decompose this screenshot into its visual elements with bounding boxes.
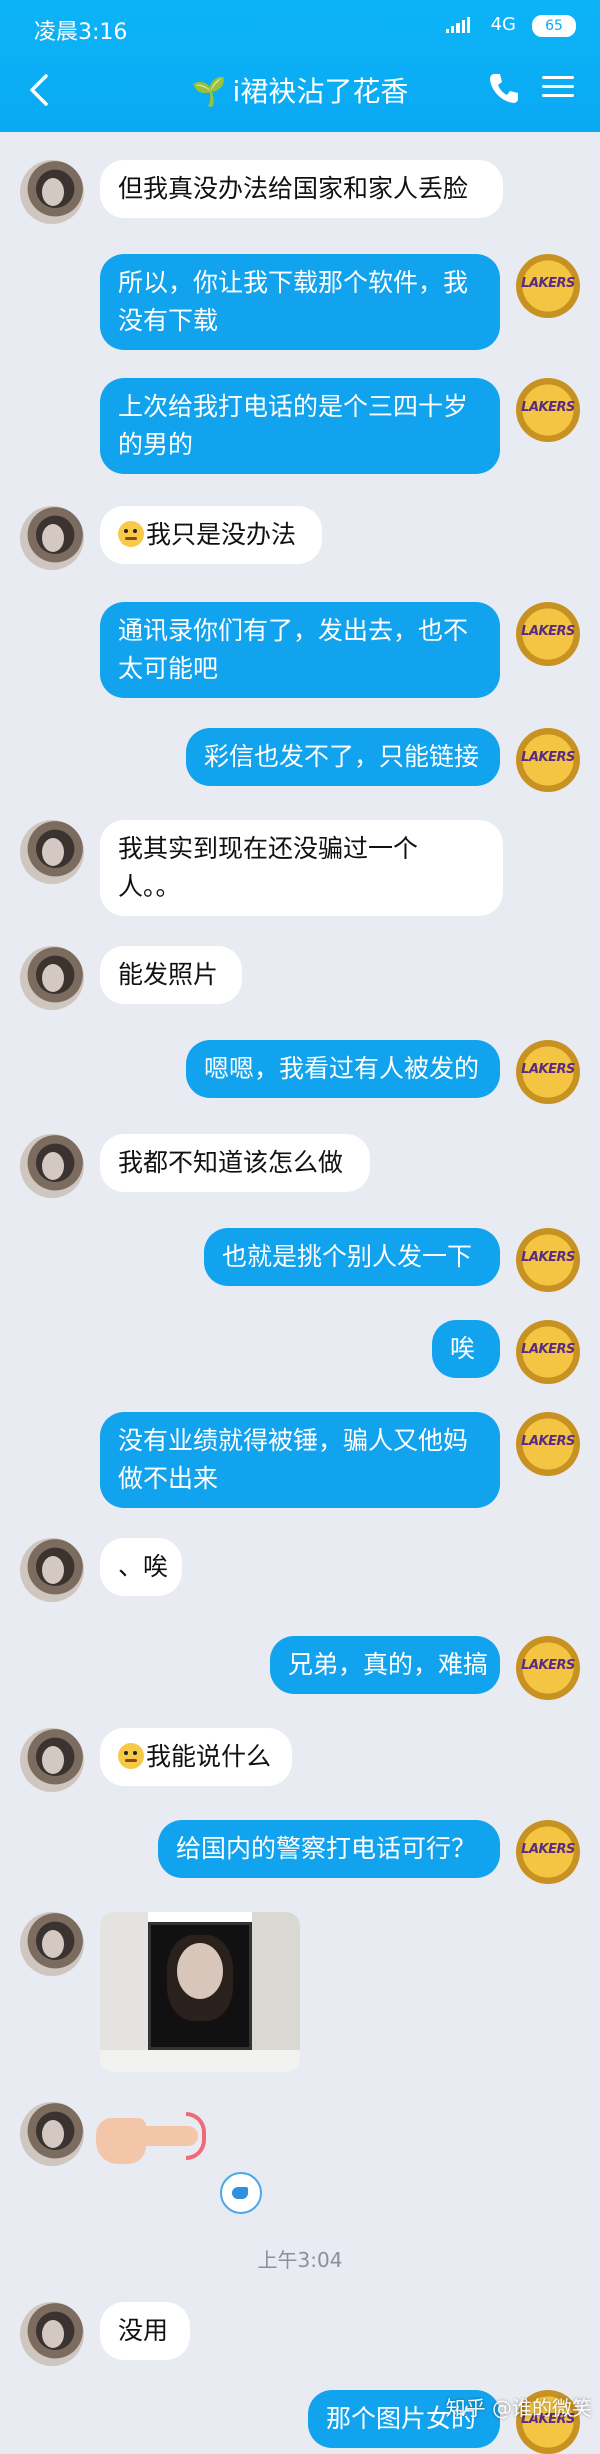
message-line: 我其实到现在还没骗过一个 [118, 834, 419, 863]
chat-area: 但我真没办法给国家和家人丢脸 LAKERS 所以，你让我下载那个软件，我 没有下载… [0, 132, 600, 2454]
message-bubble[interactable]: 上次给我打电话的是个三四十岁 的男的 [100, 378, 500, 474]
message-bubble[interactable]: 我能说什么 [100, 1728, 292, 1786]
image-panel [252, 1912, 300, 2072]
avatar[interactable] [20, 1912, 84, 1976]
message-line: 人。。 [118, 872, 181, 901]
signal-icon [446, 17, 471, 33]
message-text: 我能说什么 [146, 1742, 272, 1771]
lakers-logo: LAKERS [521, 276, 575, 291]
message-line: 太可能吧 [118, 654, 219, 683]
lakers-logo: LAKERS [521, 1842, 575, 1857]
thinking-emoji-icon [118, 521, 144, 547]
pointing-finger-sticker[interactable] [96, 2104, 206, 2174]
message-bubble[interactable]: 所以，你让我下载那个软件，我 没有下载 [100, 254, 500, 350]
message-bubble[interactable]: 我其实到现在还没骗过一个 人。。 [100, 820, 503, 916]
avatar[interactable] [20, 2302, 84, 2366]
avatar[interactable] [20, 1134, 84, 1198]
avatar[interactable]: LAKERS [516, 378, 580, 442]
message-line: 通讯录你们有了，发出去，也不 [118, 616, 469, 645]
avatar[interactable]: LAKERS [516, 1228, 580, 1292]
message-bubble[interactable]: 通讯录你们有了，发出去，也不 太可能吧 [100, 602, 500, 698]
status-time: 凌晨3:16 [34, 20, 128, 45]
menu-icon[interactable] [538, 70, 578, 106]
lakers-logo: LAKERS [521, 1342, 575, 1357]
sprout-icon: 🌱 [191, 75, 227, 108]
battery-icon: 65 [532, 15, 576, 37]
lakers-logo: LAKERS [521, 1062, 575, 1077]
avatar[interactable] [20, 160, 84, 224]
lakers-logo: LAKERS [521, 750, 575, 765]
message-bubble[interactable]: 唉 [432, 1320, 500, 1378]
message-bubble[interactable]: 嗯嗯，我看过有人被发的 [186, 1040, 500, 1098]
message-bubble[interactable]: 彩信也发不了，只能链接 [186, 728, 500, 786]
nav-bar: 🌱 i裙袂沾了花香 [0, 60, 600, 120]
message-bubble[interactable]: 、唉 [100, 1538, 182, 1596]
motion-arc [186, 2112, 206, 2160]
phone-icon[interactable] [484, 68, 524, 108]
avatar[interactable] [20, 1538, 84, 1602]
lakers-logo: LAKERS [521, 400, 575, 415]
message-line: 的男的 [118, 430, 194, 459]
message-bubble[interactable]: 给国内的警察打电话可行？ [158, 1820, 500, 1878]
message-bubble[interactable]: 我都不知道该怎么做 [100, 1134, 370, 1192]
avatar[interactable]: LAKERS [516, 1320, 580, 1384]
avatar[interactable]: LAKERS [516, 254, 580, 318]
message-bubble[interactable]: 但我真没办法给国家和家人丢脸 [100, 160, 503, 218]
message-line: 做不出来 [118, 1464, 219, 1493]
avatar[interactable]: LAKERS [516, 728, 580, 792]
message-bubble[interactable]: 没用 [100, 2302, 190, 2360]
watermark: 知乎 @谁的微笑 [445, 2396, 592, 2420]
avatar[interactable]: LAKERS [516, 602, 580, 666]
avatar[interactable] [20, 1728, 84, 1792]
message-bubble[interactable]: 我只是没办法 [100, 506, 322, 564]
timestamp: 上午3:04 [257, 2248, 343, 2272]
image-caption-strip [100, 2050, 300, 2072]
message-bubble[interactable]: 兄弟，真的，难搞 [270, 1636, 500, 1694]
photo-face [177, 1943, 223, 1999]
image-panel [100, 1912, 148, 2072]
contact-name: i裙袂沾了花香 [232, 75, 409, 108]
photo-frame [148, 1922, 252, 2050]
avatar[interactable]: LAKERS [516, 1040, 580, 1104]
avatar[interactable]: LAKERS [516, 1636, 580, 1700]
avatar[interactable] [20, 506, 84, 570]
lakers-logo: LAKERS [521, 1250, 575, 1265]
network-type: 4G [490, 14, 516, 35]
message-bubble[interactable]: 能发照片 [100, 946, 242, 1004]
message-line: 没有下载 [118, 306, 219, 335]
avatar[interactable] [20, 946, 84, 1010]
message-line: 所以，你让我下载那个软件，我 [118, 268, 469, 297]
message-line: 没有业绩就得被锤，骗人又他妈 [118, 1426, 469, 1455]
sticker-action-icon[interactable] [220, 2172, 262, 2214]
thinking-emoji-icon [118, 1743, 144, 1769]
message-bubble[interactable]: 也就是挑个别人发一下 [204, 1228, 500, 1286]
avatar[interactable] [20, 2102, 84, 2166]
image-message[interactable] [100, 1912, 300, 2072]
avatar[interactable]: LAKERS [516, 1820, 580, 1884]
lakers-logo: LAKERS [521, 1434, 575, 1449]
avatar[interactable] [20, 820, 84, 884]
message-line: 上次给我打电话的是个三四十岁 [118, 392, 469, 421]
status-bar: 凌晨3:16 4G 65 [0, 0, 600, 50]
message-bubble[interactable]: 没有业绩就得被锤，骗人又他妈 做不出来 [100, 1412, 500, 1508]
chat-header: 凌晨3:16 4G 65 🌱 i裙袂沾了花香 [0, 0, 600, 132]
lakers-logo: LAKERS [521, 624, 575, 639]
message-text: 我只是没办法 [146, 520, 297, 549]
lakers-logo: LAKERS [521, 1658, 575, 1673]
avatar[interactable]: LAKERS [516, 1412, 580, 1476]
